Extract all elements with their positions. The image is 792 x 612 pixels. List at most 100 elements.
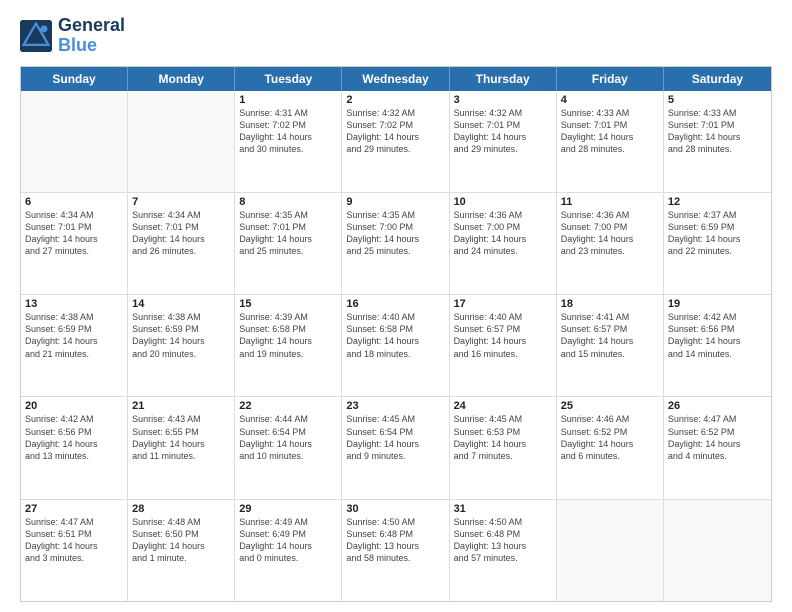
day-number: 6 xyxy=(25,196,123,208)
day-info: Sunrise: 4:50 AM Sunset: 6:48 PM Dayligh… xyxy=(346,516,444,565)
day-number: 31 xyxy=(454,503,552,515)
day-cell-30: 30Sunrise: 4:50 AM Sunset: 6:48 PM Dayli… xyxy=(342,500,449,601)
day-cell-13: 13Sunrise: 4:38 AM Sunset: 6:59 PM Dayli… xyxy=(21,295,128,396)
logo: General Blue xyxy=(20,16,125,56)
day-info: Sunrise: 4:41 AM Sunset: 6:57 PM Dayligh… xyxy=(561,311,659,360)
day-cell-14: 14Sunrise: 4:38 AM Sunset: 6:59 PM Dayli… xyxy=(128,295,235,396)
day-number: 2 xyxy=(346,94,444,106)
day-info: Sunrise: 4:47 AM Sunset: 6:51 PM Dayligh… xyxy=(25,516,123,565)
calendar-header: SundayMondayTuesdayWednesdayThursdayFrid… xyxy=(21,67,771,91)
day-number: 28 xyxy=(132,503,230,515)
day-info: Sunrise: 4:49 AM Sunset: 6:49 PM Dayligh… xyxy=(239,516,337,565)
day-info: Sunrise: 4:42 AM Sunset: 6:56 PM Dayligh… xyxy=(668,311,767,360)
day-cell-9: 9Sunrise: 4:35 AM Sunset: 7:00 PM Daylig… xyxy=(342,193,449,294)
day-info: Sunrise: 4:32 AM Sunset: 7:01 PM Dayligh… xyxy=(454,107,552,156)
day-cell-7: 7Sunrise: 4:34 AM Sunset: 7:01 PM Daylig… xyxy=(128,193,235,294)
day-info: Sunrise: 4:47 AM Sunset: 6:52 PM Dayligh… xyxy=(668,413,767,462)
calendar-body: 1Sunrise: 4:31 AM Sunset: 7:02 PM Daylig… xyxy=(21,91,771,601)
logo-icon xyxy=(20,20,52,52)
day-cell-25: 25Sunrise: 4:46 AM Sunset: 6:52 PM Dayli… xyxy=(557,397,664,498)
day-number: 12 xyxy=(668,196,767,208)
day-number: 10 xyxy=(454,196,552,208)
day-number: 21 xyxy=(132,400,230,412)
day-number: 26 xyxy=(668,400,767,412)
calendar-row-4: 20Sunrise: 4:42 AM Sunset: 6:56 PM Dayli… xyxy=(21,397,771,499)
day-cell-5: 5Sunrise: 4:33 AM Sunset: 7:01 PM Daylig… xyxy=(664,91,771,192)
day-number: 30 xyxy=(346,503,444,515)
day-number: 18 xyxy=(561,298,659,310)
day-number: 19 xyxy=(668,298,767,310)
day-info: Sunrise: 4:32 AM Sunset: 7:02 PM Dayligh… xyxy=(346,107,444,156)
header: General Blue xyxy=(20,16,772,56)
logo-text: General Blue xyxy=(58,16,125,56)
day-number: 5 xyxy=(668,94,767,106)
weekday-header-wednesday: Wednesday xyxy=(342,67,449,91)
day-info: Sunrise: 4:45 AM Sunset: 6:54 PM Dayligh… xyxy=(346,413,444,462)
day-info: Sunrise: 4:38 AM Sunset: 6:59 PM Dayligh… xyxy=(132,311,230,360)
day-cell-6: 6Sunrise: 4:34 AM Sunset: 7:01 PM Daylig… xyxy=(21,193,128,294)
day-info: Sunrise: 4:38 AM Sunset: 6:59 PM Dayligh… xyxy=(25,311,123,360)
day-info: Sunrise: 4:31 AM Sunset: 7:02 PM Dayligh… xyxy=(239,107,337,156)
day-cell-16: 16Sunrise: 4:40 AM Sunset: 6:58 PM Dayli… xyxy=(342,295,449,396)
day-number: 22 xyxy=(239,400,337,412)
day-cell-2: 2Sunrise: 4:32 AM Sunset: 7:02 PM Daylig… xyxy=(342,91,449,192)
day-info: Sunrise: 4:50 AM Sunset: 6:48 PM Dayligh… xyxy=(454,516,552,565)
day-cell-18: 18Sunrise: 4:41 AM Sunset: 6:57 PM Dayli… xyxy=(557,295,664,396)
day-info: Sunrise: 4:45 AM Sunset: 6:53 PM Dayligh… xyxy=(454,413,552,462)
weekday-header-monday: Monday xyxy=(128,67,235,91)
day-info: Sunrise: 4:40 AM Sunset: 6:57 PM Dayligh… xyxy=(454,311,552,360)
page: General Blue SundayMondayTuesdayWednesda… xyxy=(0,0,792,612)
weekday-header-saturday: Saturday xyxy=(664,67,771,91)
day-cell-26: 26Sunrise: 4:47 AM Sunset: 6:52 PM Dayli… xyxy=(664,397,771,498)
day-cell-22: 22Sunrise: 4:44 AM Sunset: 6:54 PM Dayli… xyxy=(235,397,342,498)
day-info: Sunrise: 4:35 AM Sunset: 7:00 PM Dayligh… xyxy=(346,209,444,258)
day-info: Sunrise: 4:33 AM Sunset: 7:01 PM Dayligh… xyxy=(668,107,767,156)
day-number: 13 xyxy=(25,298,123,310)
day-number: 7 xyxy=(132,196,230,208)
day-cell-31: 31Sunrise: 4:50 AM Sunset: 6:48 PM Dayli… xyxy=(450,500,557,601)
day-info: Sunrise: 4:36 AM Sunset: 7:00 PM Dayligh… xyxy=(454,209,552,258)
day-info: Sunrise: 4:43 AM Sunset: 6:55 PM Dayligh… xyxy=(132,413,230,462)
day-info: Sunrise: 4:42 AM Sunset: 6:56 PM Dayligh… xyxy=(25,413,123,462)
day-number: 9 xyxy=(346,196,444,208)
day-cell-1: 1Sunrise: 4:31 AM Sunset: 7:02 PM Daylig… xyxy=(235,91,342,192)
day-number: 27 xyxy=(25,503,123,515)
day-cell-21: 21Sunrise: 4:43 AM Sunset: 6:55 PM Dayli… xyxy=(128,397,235,498)
day-cell-15: 15Sunrise: 4:39 AM Sunset: 6:58 PM Dayli… xyxy=(235,295,342,396)
day-info: Sunrise: 4:36 AM Sunset: 7:00 PM Dayligh… xyxy=(561,209,659,258)
day-number: 1 xyxy=(239,94,337,106)
calendar: SundayMondayTuesdayWednesdayThursdayFrid… xyxy=(20,66,772,602)
day-cell-29: 29Sunrise: 4:49 AM Sunset: 6:49 PM Dayli… xyxy=(235,500,342,601)
day-number: 16 xyxy=(346,298,444,310)
day-number: 15 xyxy=(239,298,337,310)
day-info: Sunrise: 4:46 AM Sunset: 6:52 PM Dayligh… xyxy=(561,413,659,462)
empty-cell xyxy=(664,500,771,601)
weekday-header-tuesday: Tuesday xyxy=(235,67,342,91)
day-number: 23 xyxy=(346,400,444,412)
empty-cell xyxy=(21,91,128,192)
weekday-header-sunday: Sunday xyxy=(21,67,128,91)
day-cell-11: 11Sunrise: 4:36 AM Sunset: 7:00 PM Dayli… xyxy=(557,193,664,294)
empty-cell xyxy=(557,500,664,601)
weekday-header-thursday: Thursday xyxy=(450,67,557,91)
day-number: 4 xyxy=(561,94,659,106)
day-info: Sunrise: 4:34 AM Sunset: 7:01 PM Dayligh… xyxy=(132,209,230,258)
day-cell-8: 8Sunrise: 4:35 AM Sunset: 7:01 PM Daylig… xyxy=(235,193,342,294)
day-cell-24: 24Sunrise: 4:45 AM Sunset: 6:53 PM Dayli… xyxy=(450,397,557,498)
day-number: 8 xyxy=(239,196,337,208)
calendar-row-5: 27Sunrise: 4:47 AM Sunset: 6:51 PM Dayli… xyxy=(21,500,771,601)
day-number: 14 xyxy=(132,298,230,310)
day-info: Sunrise: 4:37 AM Sunset: 6:59 PM Dayligh… xyxy=(668,209,767,258)
day-cell-4: 4Sunrise: 4:33 AM Sunset: 7:01 PM Daylig… xyxy=(557,91,664,192)
day-number: 20 xyxy=(25,400,123,412)
day-cell-10: 10Sunrise: 4:36 AM Sunset: 7:00 PM Dayli… xyxy=(450,193,557,294)
day-cell-23: 23Sunrise: 4:45 AM Sunset: 6:54 PM Dayli… xyxy=(342,397,449,498)
day-cell-28: 28Sunrise: 4:48 AM Sunset: 6:50 PM Dayli… xyxy=(128,500,235,601)
day-info: Sunrise: 4:35 AM Sunset: 7:01 PM Dayligh… xyxy=(239,209,337,258)
day-info: Sunrise: 4:33 AM Sunset: 7:01 PM Dayligh… xyxy=(561,107,659,156)
day-number: 29 xyxy=(239,503,337,515)
day-number: 11 xyxy=(561,196,659,208)
day-cell-17: 17Sunrise: 4:40 AM Sunset: 6:57 PM Dayli… xyxy=(450,295,557,396)
day-cell-3: 3Sunrise: 4:32 AM Sunset: 7:01 PM Daylig… xyxy=(450,91,557,192)
day-number: 24 xyxy=(454,400,552,412)
